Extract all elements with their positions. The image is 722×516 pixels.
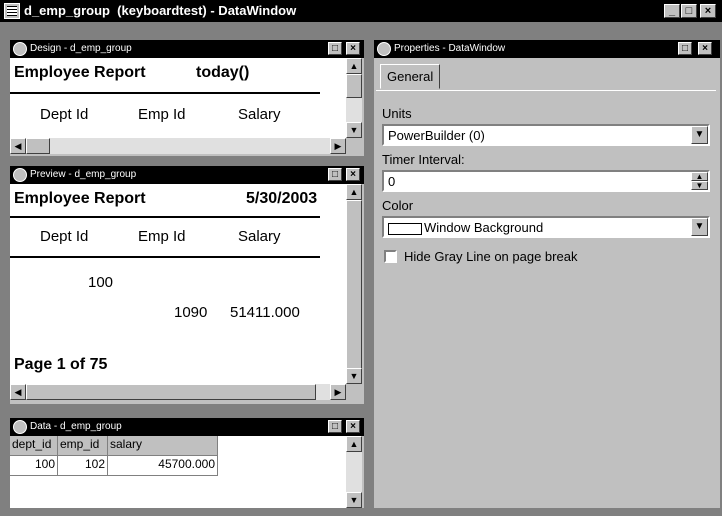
scroll-up-icon[interactable]: ▲ <box>346 58 362 74</box>
window-title: d_emp_group (keyboardtest) - DataWindow <box>24 3 297 18</box>
timer-interval-value: 0 <box>388 174 396 189</box>
emp-id-value: 1090 <box>174 304 208 321</box>
datawindow-app-icon <box>4 3 20 19</box>
design-title: Design - d_emp_group <box>30 43 132 54</box>
design-header-salary: Salary <box>238 106 281 123</box>
preview-horizontal-scrollbar[interactable]: ◀ ▶ <box>10 384 346 400</box>
design-header-emp: Emp Id <box>138 106 186 123</box>
preview-pane: Preview - d_emp_group □ × Employee Repor… <box>10 166 364 404</box>
column-header-emp-id[interactable]: emp_id <box>58 436 108 456</box>
scroll-right-icon[interactable]: ▶ <box>330 384 346 400</box>
cell-dept-id[interactable]: 100 <box>10 456 58 476</box>
tab-general[interactable]: General <box>380 64 441 89</box>
salary-value: 51411.000 <box>230 304 300 321</box>
scroll-left-icon[interactable]: ◀ <box>10 138 26 154</box>
data-close-button[interactable]: × <box>346 420 360 433</box>
window-icon <box>13 42 27 56</box>
units-value: PowerBuilder (0) <box>388 128 485 143</box>
scroll-up-icon[interactable]: ▲ <box>346 436 362 452</box>
preview-report-title: Employee Report <box>14 190 146 207</box>
timer-interval-label: Timer Interval: <box>382 152 465 167</box>
column-header-salary[interactable]: salary <box>108 436 218 456</box>
design-maximize-button[interactable]: □ <box>328 42 342 55</box>
properties-maximize-button[interactable]: □ <box>678 42 692 55</box>
data-vertical-scrollbar[interactable]: ▲ ▼ <box>346 436 362 508</box>
design-report-title: Employee Report <box>14 64 146 81</box>
color-value: Window Background <box>424 220 544 235</box>
tab-divider <box>376 90 716 91</box>
header-rule <box>10 92 320 94</box>
preview-header-dept: Dept Id <box>40 228 89 245</box>
cell-emp-id[interactable]: 102 <box>58 456 108 476</box>
window-icon <box>13 420 27 434</box>
units-dropdown[interactable]: PowerBuilder (0) <box>382 124 710 146</box>
hide-gray-line-label: Hide Gray Line on page break <box>404 249 578 264</box>
preview-title: Preview - d_emp_group <box>30 169 137 180</box>
scroll-thumb[interactable] <box>26 138 50 154</box>
column-header-dept-id[interactable]: dept_id <box>10 436 58 456</box>
properties-close-button[interactable]: × <box>698 42 712 55</box>
scroll-up-icon[interactable]: ▲ <box>346 184 362 200</box>
header-rule <box>10 216 320 218</box>
chevron-down-icon[interactable]: ▼ <box>691 218 708 236</box>
scroll-thumb[interactable] <box>26 384 316 400</box>
color-swatch <box>388 222 422 235</box>
scroll-down-icon[interactable]: ▼ <box>346 368 362 384</box>
design-horizontal-scrollbar[interactable]: ◀ ▶ <box>10 138 346 154</box>
maximize-button[interactable]: □ <box>681 4 697 18</box>
header-rule <box>10 256 320 258</box>
scroll-down-icon[interactable]: ▼ <box>346 492 362 508</box>
data-title: Data - d_emp_group <box>30 421 122 432</box>
design-header-dept: Dept Id <box>40 106 89 123</box>
scroll-down-icon[interactable]: ▼ <box>346 122 362 138</box>
color-label: Color <box>382 198 414 213</box>
minimize-button[interactable]: _ <box>664 4 680 18</box>
window-icon <box>377 42 391 56</box>
chevron-down-icon[interactable]: ▼ <box>691 126 708 144</box>
design-title-bar: Design - d_emp_group □ × <box>10 40 364 58</box>
scroll-left-icon[interactable]: ◀ <box>10 384 26 400</box>
close-button[interactable]: × <box>700 4 716 18</box>
scroll-thumb[interactable] <box>346 200 362 370</box>
window-icon <box>13 168 27 182</box>
data-title-bar: Data - d_emp_group □ × <box>10 418 364 436</box>
hide-gray-line-checkbox[interactable] <box>384 250 397 263</box>
data-grid[interactable]: dept_id emp_id salary 100 102 45700.000 <box>10 436 346 508</box>
spin-down-icon[interactable]: ▼ <box>691 181 708 190</box>
data-maximize-button[interactable]: □ <box>328 420 342 433</box>
timer-interval-input[interactable]: 0 <box>382 170 710 192</box>
data-pane: Data - d_emp_group □ × dept_id emp_id sa… <box>10 418 364 508</box>
main-title-bar: d_emp_group (keyboardtest) - DataWindow … <box>0 0 722 22</box>
preview-title-bar: Preview - d_emp_group □ × <box>10 166 364 184</box>
scroll-thumb[interactable] <box>346 74 362 98</box>
group-dept-value: 100 <box>88 274 114 291</box>
preview-vertical-scrollbar[interactable]: ▲ ▼ <box>346 184 362 384</box>
properties-title-bar: Properties - DataWindow □ × <box>374 40 720 58</box>
scroll-right-icon[interactable]: ▶ <box>330 138 346 154</box>
preview-close-button[interactable]: × <box>346 168 360 181</box>
page-count: Page 1 of 75 <box>14 356 108 373</box>
color-dropdown[interactable]: Window Background <box>382 216 710 238</box>
preview-header-emp: Emp Id <box>138 228 186 245</box>
cell-salary[interactable]: 45700.000 <box>108 456 218 476</box>
preview-maximize-button[interactable]: □ <box>328 168 342 181</box>
design-vertical-scrollbar[interactable]: ▲ ▼ <box>346 58 362 138</box>
units-label: Units <box>382 106 412 121</box>
preview-date: 5/30/2003 <box>246 190 318 207</box>
spin-up-icon[interactable]: ▲ <box>691 172 708 181</box>
preview-header-salary: Salary <box>238 228 281 245</box>
properties-title: Properties - DataWindow <box>394 43 506 54</box>
design-date-expression: today() <box>196 64 250 81</box>
design-pane: Design - d_emp_group □ × Employee Report… <box>10 40 364 156</box>
properties-pane: Properties - DataWindow □ × General Unit… <box>374 40 720 508</box>
design-canvas[interactable]: Employee Report today() Dept Id Emp Id S… <box>10 58 346 138</box>
design-close-button[interactable]: × <box>346 42 360 55</box>
preview-canvas[interactable]: Employee Report 5/30/2003 Dept Id Emp Id… <box>10 184 346 384</box>
